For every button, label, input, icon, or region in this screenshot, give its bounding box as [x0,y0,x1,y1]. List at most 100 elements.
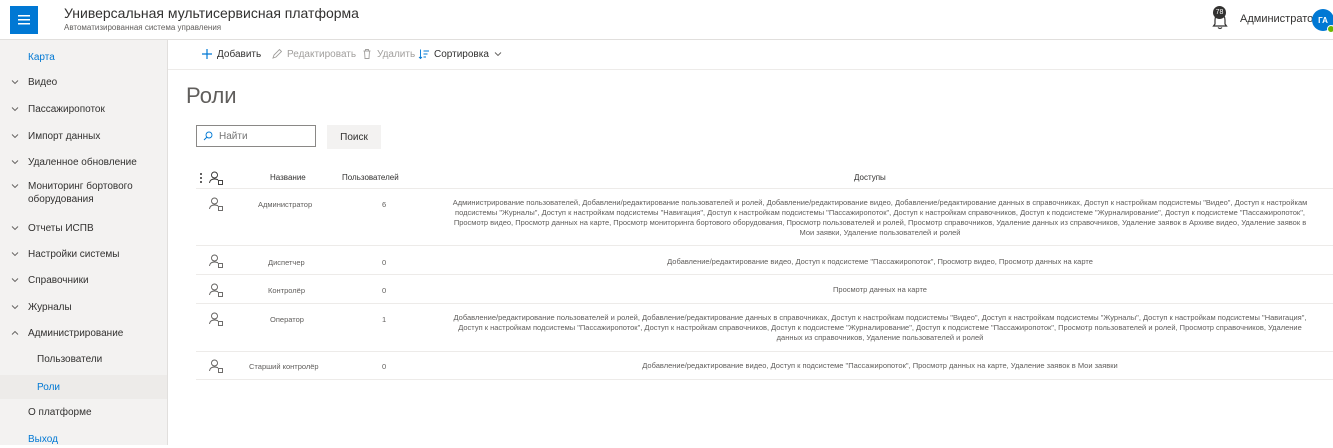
chevron-down-icon [11,226,19,231]
sidebar-item-roles[interactable]: Роли [0,375,167,399]
sidebar-item-label: Настройки системы [28,248,120,260]
sidebar-item-label: Администрирование [28,327,124,339]
chevron-down-icon [11,160,19,165]
presence-indicator [1327,25,1333,33]
sidebar-item-label: Импорт данных [28,130,101,142]
sidebar-item-passenger-flow[interactable]: Пассажиропоток [0,100,167,118]
row-divider [196,274,1333,275]
sidebar-item-directories[interactable]: Справочники [0,271,167,289]
row-divider [196,245,1333,246]
search-button[interactable]: Поиск [327,125,381,149]
role-access: Добавление/редактирование пользователей … [427,313,1333,343]
sidebar-item-system-settings[interactable]: Настройки системы [0,245,167,263]
sidebar-item-label: Карта [28,51,55,63]
top-bar: Универсальная мультисервисная платформа … [0,0,1333,40]
row-divider [196,379,1333,380]
sidebar-item-label: Справочники [28,274,89,286]
sidebar-item-video[interactable]: Видео [0,73,167,91]
role-name: Контролёр [268,286,306,295]
sidebar-item-label: Журналы [28,301,72,313]
role-name: Старший контролёр [249,362,319,371]
edit-button[interactable]: Редактировать [271,48,356,60]
sidebar-item-administration[interactable]: Администрирование [0,324,167,342]
sidebar-item-ispv-reports[interactable]: Отчеты ИСПВ [0,219,167,237]
access-line: Просмотр видео, Просмотр данных на карте… [453,218,1307,227]
access-line: Просмотр данных на карте [833,285,927,294]
app-subtitle: Автоматизированная система управления [64,23,222,32]
access-line: Администрирование пользователей, Добавле… [452,198,1308,207]
more-vertical-icon[interactable] [198,171,204,185]
chevron-down-icon [11,134,19,139]
notification-badge: 78 [1213,6,1226,19]
role-icon [209,312,223,326]
role-users-count: 0 [382,258,387,267]
access-line: Добавление/редактирование видео, Доступ … [667,257,1093,266]
chevron-down-icon [11,107,19,112]
search-input[interactable] [217,129,311,143]
role-icon [209,359,223,373]
command-bar: Добавить Редактировать Удалить Сортировк… [168,40,1333,70]
sidebar-item-label: Выход [28,433,58,445]
sidebar-item-users[interactable]: Пользователи [0,350,167,368]
menu-icon[interactable] [10,6,38,34]
access-line: данных из справочников, Удаление пользов… [776,333,984,342]
role-users-count: 0 [382,286,387,295]
role-users-count: 0 [382,362,387,371]
sidebar-item-onboard-monitoring[interactable]: Мониторинг бортового оборудования [0,178,167,208]
access-line: Добавление/редактирование видео, Доступ … [642,361,1118,370]
chevron-down-icon [11,305,19,310]
sidebar-item-map[interactable]: Карта [0,48,167,66]
sort-label: Сортировка [434,48,489,60]
sidebar-item-label: Отчеты ИСПВ [28,222,94,234]
sort-icon [418,49,429,60]
sidebar-item-logs[interactable]: Журналы [0,298,167,316]
chevron-down-icon [494,52,502,57]
sidebar-item-data-import[interactable]: Импорт данных [0,127,167,145]
user-name[interactable]: Администратор [1240,13,1319,25]
role-users-count: 6 [382,200,387,209]
access-line: Доступ к настройкам подсистемы "Пассажир… [458,323,1302,332]
delete-button[interactable]: Удалить [361,48,415,60]
column-header-users[interactable]: Пользователей [342,173,399,182]
role-access: Администрирование пользователей, Добавле… [427,198,1333,238]
pencil-icon [272,48,283,59]
chevron-up-icon [11,330,19,335]
column-header-name[interactable]: Название [270,173,306,182]
role-header-icon [209,171,223,185]
sidebar-item-label: О платформе [28,406,92,418]
sort-button[interactable]: Сортировка [418,48,506,60]
delete-label: Удалить [377,48,416,60]
access-line: подсистемы "Журналы", Доступ к настройка… [455,208,1305,217]
row-divider [196,351,1333,352]
role-users-count: 1 [382,315,387,324]
sidebar-item-label: Видео [28,76,58,88]
chevron-down-icon [11,184,19,189]
trash-icon [363,49,371,59]
sidebar-item-remote-update[interactable]: Удаленное обновление [0,153,167,171]
search-icon [203,131,213,141]
role-name: Оператор [270,315,304,324]
role-icon [209,283,223,297]
sidebar-item-label: Пользователи [37,353,103,365]
page-title: Роли [186,83,237,108]
sidebar-item-label: Роли [37,381,60,393]
chevron-down-icon [11,278,19,283]
add-label: Добавить [217,48,262,60]
sidebar-item-logout[interactable]: Выход [0,430,167,448]
edit-label: Редактировать [287,48,357,60]
chevron-down-icon [11,252,19,257]
add-button[interactable]: Добавить [201,48,261,60]
search-field[interactable] [196,125,316,147]
role-name: Диспетчер [268,258,305,267]
role-access: Просмотр данных на карте [427,285,1333,295]
sidebar-item-about[interactable]: О платформе [0,403,167,421]
role-icon [209,197,223,211]
column-header-access[interactable]: Доступы [854,173,886,182]
row-divider [196,303,1333,304]
access-line: Мои заявки, Удаление пользователей и рол… [799,228,961,237]
sidebar-item-label: Пассажиропоток [28,103,105,115]
sidebar: Карта Видео Пассажиропоток Импорт данных… [0,40,168,445]
sidebar-item-label: Мониторинг бортового оборудования [28,181,133,205]
access-line: Добавление/редактирование пользователей … [453,313,1307,322]
chevron-down-icon [11,80,19,85]
